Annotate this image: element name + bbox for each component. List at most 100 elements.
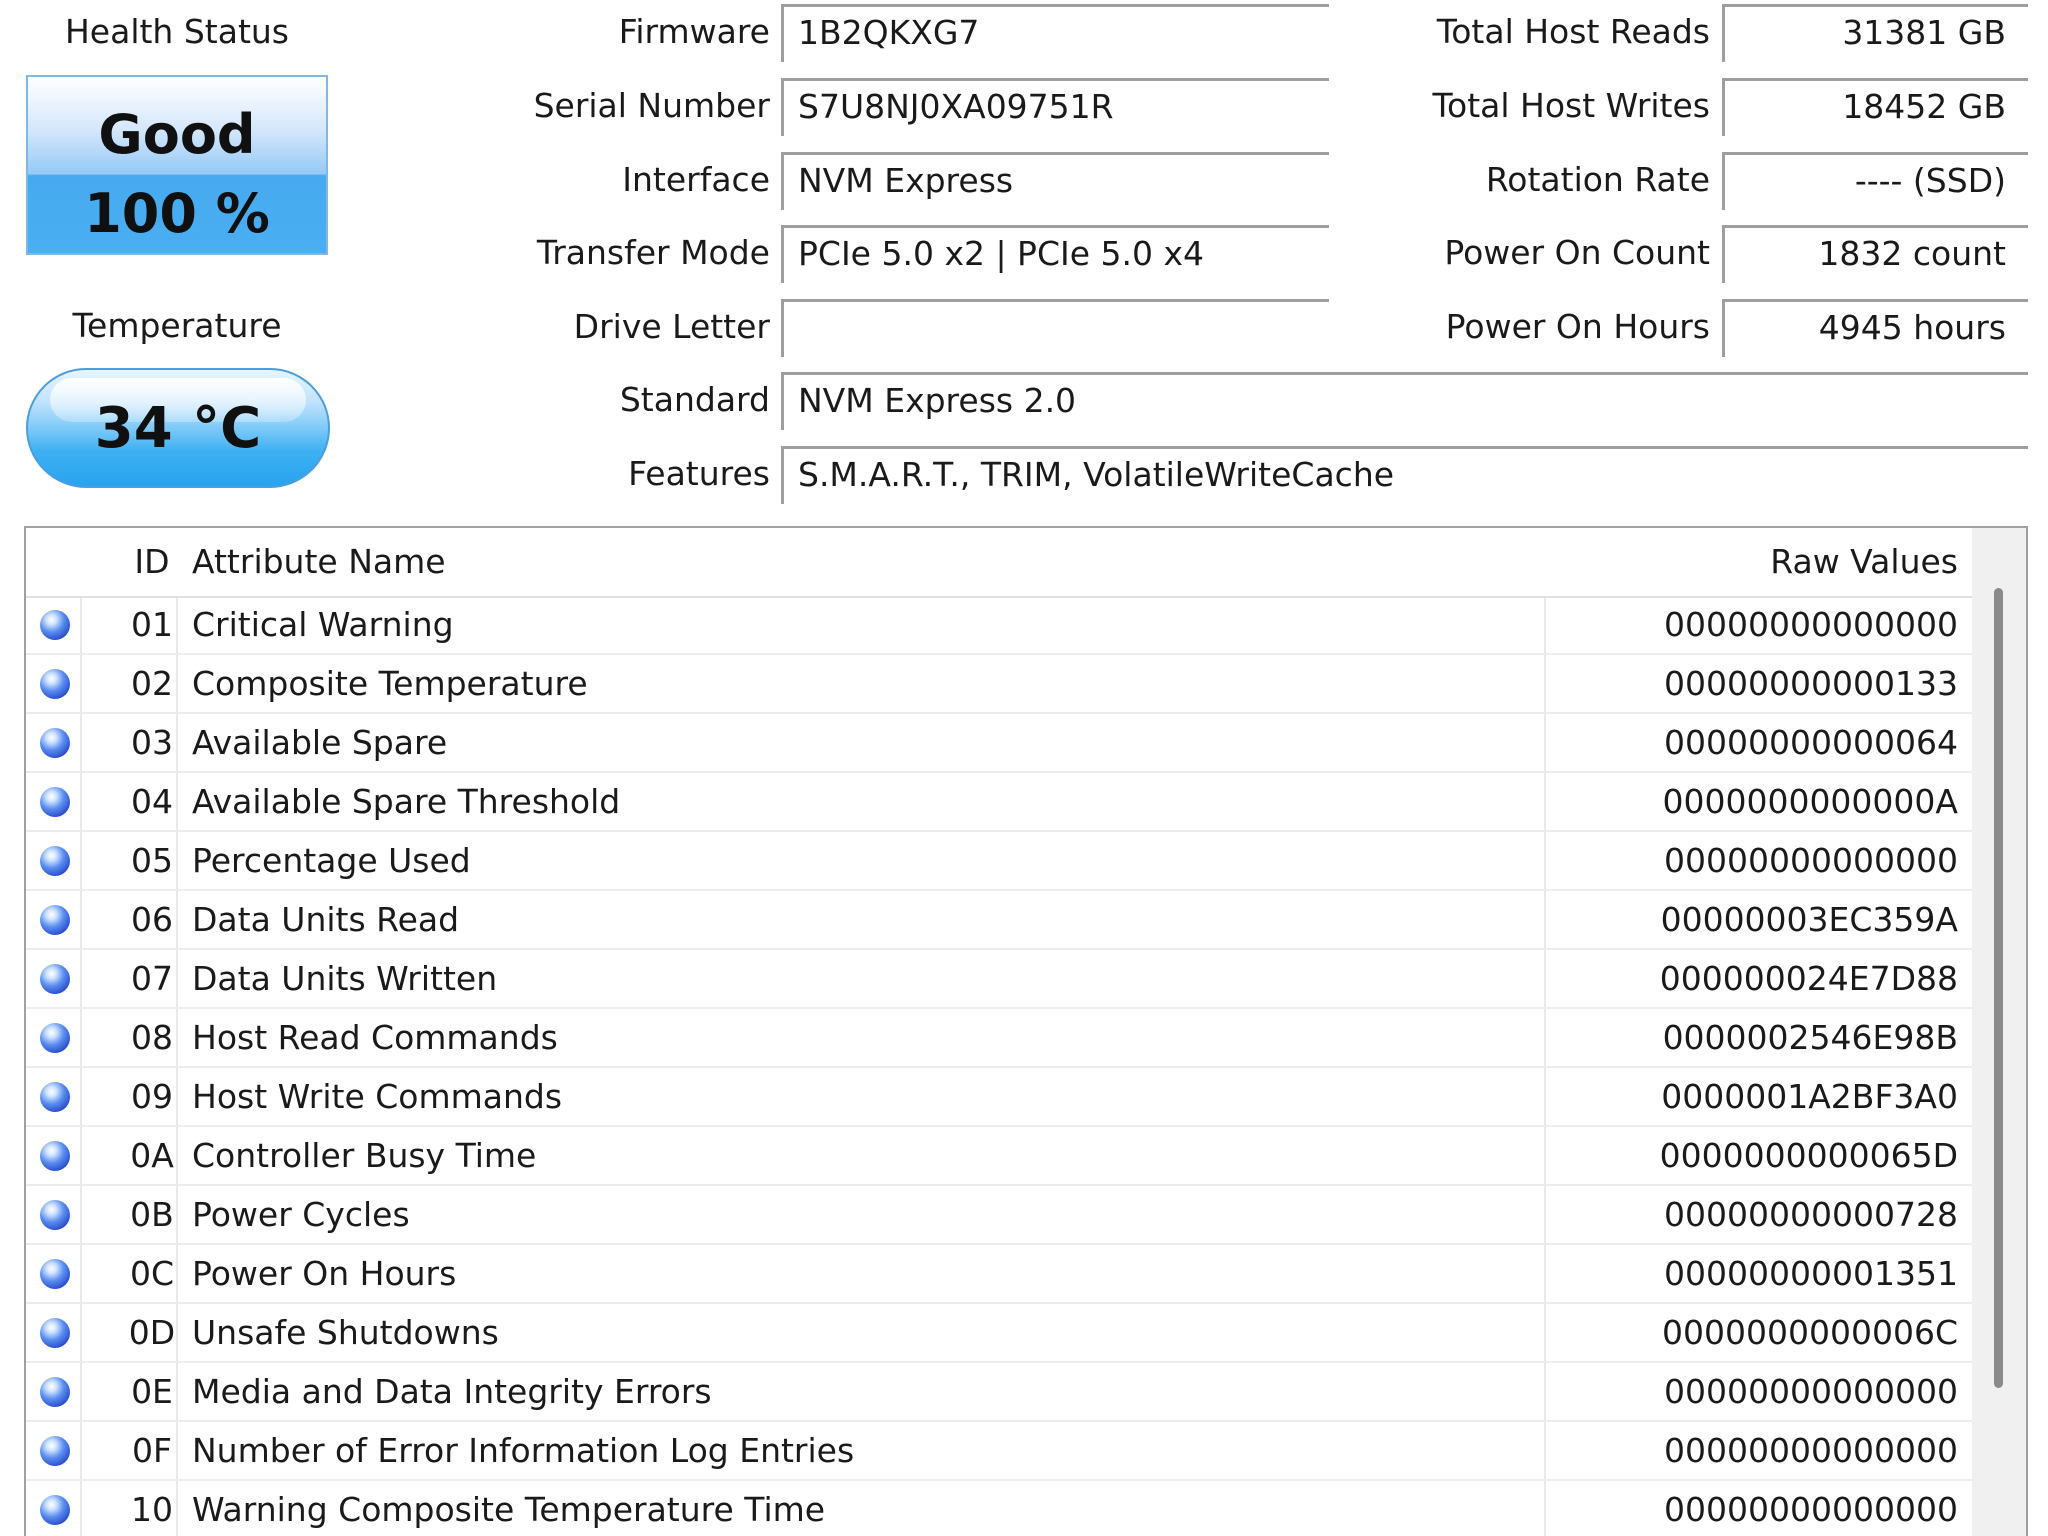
health-status-label: Health Status (64, 12, 289, 51)
status-dot-icon (40, 964, 70, 994)
attribute-name: Controller Busy Time (192, 1136, 537, 1175)
status-dot-icon (40, 1023, 70, 1053)
attribute-id: 07 (131, 959, 173, 998)
temperature-label: Temperature (72, 306, 282, 345)
status-dot-icon (40, 1377, 70, 1407)
temperature-button[interactable]: 34 °C (26, 368, 330, 488)
table-header: ID Attribute Name Raw Values (26, 528, 1972, 598)
rotation-rate-field: ---- (SSD) (1722, 152, 2028, 210)
health-status-text: Good (98, 103, 256, 166)
attribute-name: Power On Hours (192, 1254, 457, 1293)
attribute-id: 04 (131, 782, 173, 821)
attribute-id: 03 (131, 723, 173, 762)
attribute-name: Available Spare (192, 723, 448, 762)
attribute-id: 08 (131, 1018, 173, 1057)
attribute-id: 06 (131, 900, 173, 939)
attribute-raw-value: 00000000000133 (1664, 664, 1958, 703)
attribute-raw-value: 0000001A2BF3A0 (1661, 1077, 1958, 1116)
health-percent: 100 % (84, 182, 270, 245)
serial-number-label: Serial Number (533, 86, 770, 125)
table-row[interactable]: 06 Data Units Read 00000003EC359A (26, 891, 1972, 950)
attribute-name: Available Spare Threshold (192, 782, 621, 821)
attribute-id: 0D (128, 1313, 176, 1352)
drive-letter-field (781, 299, 1329, 357)
total-host-reads-field: 31381 GB (1722, 4, 2028, 62)
column-header-id[interactable]: ID (106, 542, 198, 582)
attribute-raw-value: 00000000000000 (1664, 1372, 1958, 1411)
table-row[interactable]: 0C Power On Hours 00000000001351 (26, 1245, 1972, 1304)
attribute-name: Composite Temperature (192, 664, 588, 703)
standard-field: NVM Express 2.0 (781, 372, 2028, 430)
attribute-id: 0A (130, 1136, 174, 1175)
attribute-raw-value: 0000000000006C (1662, 1313, 1958, 1352)
attribute-id: 0C (129, 1254, 175, 1293)
attribute-name: Data Units Written (192, 959, 498, 998)
status-dot-icon (40, 846, 70, 876)
drive-letter-label: Drive Letter (573, 307, 770, 346)
total-host-writes-field: 18452 GB (1722, 78, 2028, 136)
status-dot-icon (40, 669, 70, 699)
attribute-raw-value: 000000024E7D88 (1659, 959, 1958, 998)
attribute-id: 02 (131, 664, 173, 703)
attribute-raw-value: 0000000000065D (1659, 1136, 1958, 1175)
transfer-mode-field: PCIe 5.0 x2 | PCIe 5.0 x4 (781, 225, 1329, 283)
attribute-id: 0E (131, 1372, 173, 1411)
attribute-raw-value: 00000000000000 (1664, 841, 1958, 880)
status-dot-icon (40, 728, 70, 758)
features-field: S.M.A.R.T., TRIM, VolatileWriteCache (781, 446, 2028, 504)
temperature-value: 34 °C (94, 396, 262, 461)
status-dot-icon (40, 1141, 70, 1171)
attribute-raw-value: 00000000000000 (1664, 1490, 1958, 1529)
attribute-id: 01 (131, 605, 173, 644)
attribute-id: 10 (131, 1490, 173, 1529)
status-dot-icon (40, 1318, 70, 1348)
table-row[interactable]: 0E Media and Data Integrity Errors 0000000… (26, 1363, 1972, 1422)
attribute-name: Host Write Commands (192, 1077, 563, 1116)
smart-attributes-table[interactable]: ID Attribute Name Raw Values 01 Critical … (24, 526, 2028, 1536)
table-row[interactable]: 08 Host Read Commands 0000002546E98B (26, 1009, 1972, 1068)
firmware-field: 1B2QKXG7 (781, 4, 1329, 62)
table-row[interactable]: 09 Host Write Commands 0000001A2BF3A0 (26, 1068, 1972, 1127)
health-status-button[interactable]: Good 100 % (26, 75, 328, 255)
interface-label: Interface (622, 160, 770, 199)
table-row[interactable]: 03 Available Spare 00000000000064 (26, 714, 1972, 773)
status-dot-icon (40, 905, 70, 935)
attribute-raw-value: 00000000000064 (1664, 723, 1958, 762)
attribute-raw-value: 00000003EC359A (1660, 900, 1958, 939)
attribute-raw-value: 00000000000000 (1664, 605, 1958, 644)
table-row[interactable]: 10 Warning Composite Temperature Time 0000… (26, 1481, 1972, 1536)
table-row[interactable]: 04 Available Spare Threshold 0000000000000… (26, 773, 1972, 832)
attribute-name: Unsafe Shutdowns (192, 1313, 499, 1352)
attribute-name: Percentage Used (192, 841, 471, 880)
features-label: Features (628, 454, 770, 493)
table-row[interactable]: 01 Critical Warning 00000000000000 (26, 596, 1972, 655)
table-row[interactable]: 02 Composite Temperature 00000000000133 (26, 655, 1972, 714)
status-dot-icon (40, 1259, 70, 1289)
firmware-label: Firmware (618, 12, 770, 51)
power-on-hours-field: 4945 hours (1722, 299, 2028, 357)
scrollbar-thumb[interactable] (1994, 588, 2003, 1388)
table-row[interactable]: 07 Data Units Written 000000024E7D88 (26, 950, 1972, 1009)
column-header-raw-values[interactable]: Raw Values (1770, 542, 1958, 582)
table-row[interactable]: 05 Percentage Used 00000000000000 (26, 832, 1972, 891)
power-on-count-field: 1832 count (1722, 225, 2028, 283)
attribute-name: Warning Composite Temperature Time (192, 1490, 826, 1529)
vertical-scrollbar[interactable] (1972, 528, 2026, 1536)
standard-label: Standard (619, 380, 770, 419)
attribute-raw-value: 00000000000728 (1664, 1195, 1958, 1234)
table-row[interactable]: 0F Number of Error Information Log Entrie… (26, 1422, 1972, 1481)
attribute-name: Critical Warning (192, 605, 454, 644)
column-header-attribute-name[interactable]: Attribute Name (192, 542, 446, 582)
attribute-name: Number of Error Information Log Entries (192, 1431, 855, 1470)
power-on-hours-label: Power On Hours (1445, 307, 1710, 346)
attribute-name: Data Units Read (192, 900, 460, 939)
table-row[interactable]: 0D Unsafe Shutdowns 0000000000006C (26, 1304, 1972, 1363)
attribute-name: Media and Data Integrity Errors (192, 1372, 712, 1411)
attribute-id: 09 (131, 1077, 173, 1116)
serial-number-field: S7U8NJ0XA09751R (781, 78, 1329, 136)
table-row[interactable]: 0B Power Cycles 00000000000728 (26, 1186, 1972, 1245)
status-dot-icon (40, 1495, 70, 1525)
attribute-raw-value: 0000000000000A (1662, 782, 1958, 821)
attribute-name: Host Read Commands (192, 1018, 558, 1057)
table-row[interactable]: 0A Controller Busy Time 0000000000065D (26, 1127, 1972, 1186)
